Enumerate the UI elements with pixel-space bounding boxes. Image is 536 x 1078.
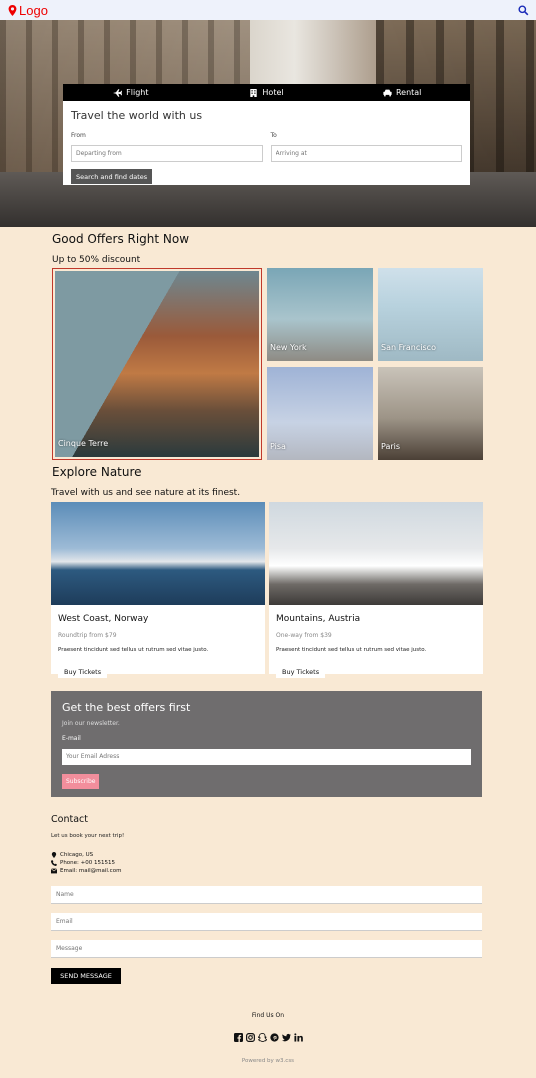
contact-phone: Phone: +00 151515 xyxy=(51,859,482,867)
logo[interactable]: Logo xyxy=(8,3,48,18)
booking-widget: Flight Hotel Rental Travel the world wit… xyxy=(63,84,470,185)
phone-icon xyxy=(51,860,57,866)
offer-label: Cinque Terre xyxy=(58,439,109,448)
top-navbar: Logo xyxy=(0,0,536,20)
twitter-icon[interactable] xyxy=(281,1033,291,1042)
tab-rental-label: Rental xyxy=(395,88,422,97)
newsletter-box: Get the best offers first Join our newsl… xyxy=(51,691,482,797)
contact-message-input[interactable] xyxy=(51,940,482,958)
envelope-icon xyxy=(51,868,57,874)
tab-rental[interactable]: Rental xyxy=(334,84,470,101)
card-mountains-austria: Mountains, Austria One-way from $39 Prae… xyxy=(269,502,483,678)
card-price: One-way from $39 xyxy=(276,632,332,639)
offer-new-york[interactable]: New York xyxy=(267,268,373,361)
card-description: Praesent tincidunt sed tellus ut rutrum … xyxy=(276,647,427,653)
card-title: West Coast, Norway xyxy=(58,614,149,624)
to-label: To xyxy=(270,132,277,139)
contact-email-text: Email: mail@mail.com xyxy=(60,868,122,874)
search-icon[interactable] xyxy=(516,3,530,17)
booking-tabs: Flight Hotel Rental xyxy=(63,84,470,101)
offer-cinque-terre[interactable]: Cinque Terre xyxy=(52,268,262,460)
plane-icon xyxy=(113,88,123,97)
car-icon xyxy=(383,89,392,96)
send-message-button[interactable]: SEND MESSAGE xyxy=(51,968,121,984)
offer-label: Paris xyxy=(381,442,401,451)
newsletter-title: Get the best offers first xyxy=(62,701,191,714)
card-west-coast-norway: West Coast, Norway Roundtrip from $79 Pr… xyxy=(51,502,265,678)
offers-subtitle: Up to 50% discount xyxy=(52,255,141,265)
linkedin-icon[interactable] xyxy=(293,1033,303,1042)
search-dates-button[interactable]: Search and find dates xyxy=(71,169,153,184)
offer-label: New York xyxy=(270,343,307,352)
contact-email: Email: mail@mail.com xyxy=(51,867,482,875)
buy-tickets-button[interactable]: Buy Tickets xyxy=(58,666,108,678)
from-input[interactable] xyxy=(71,145,263,162)
card-image xyxy=(269,502,483,605)
powered-by: Powered by w3.css xyxy=(241,1058,295,1064)
offer-label: Pisa xyxy=(270,442,286,451)
offer-image xyxy=(55,271,259,457)
card-title: Mountains, Austria xyxy=(276,614,361,624)
contact-location-text: Chicago, US xyxy=(60,852,94,858)
find-us-label: Find Us On xyxy=(251,1012,285,1019)
subscribe-button[interactable]: Subscribe xyxy=(62,773,100,789)
contact-subtitle: Let us book your next trip! xyxy=(51,833,125,839)
booking-form: Travel the world with us From To Search … xyxy=(63,101,470,185)
card-description: Praesent tincidunt sed tellus ut rutrum … xyxy=(58,647,209,653)
buy-tickets-button[interactable]: Buy Tickets xyxy=(276,666,326,678)
to-input[interactable] xyxy=(270,145,462,162)
building-icon xyxy=(250,88,258,97)
map-marker-icon xyxy=(8,4,17,16)
instagram-icon[interactable] xyxy=(245,1033,255,1042)
newsletter-email-input[interactable] xyxy=(62,748,471,765)
tab-hotel-label: Hotel xyxy=(262,88,284,97)
tab-flight[interactable]: Flight xyxy=(63,84,199,101)
facebook-icon[interactable] xyxy=(233,1033,243,1042)
snapchat-icon[interactable] xyxy=(257,1033,267,1042)
card-price: Roundtrip from $79 xyxy=(58,632,117,639)
offer-pisa[interactable]: Pisa xyxy=(267,367,373,460)
newsletter-email-label: E-mail xyxy=(62,735,81,742)
contact-title: Contact xyxy=(51,814,88,825)
tab-hotel[interactable]: Hotel xyxy=(199,84,335,101)
nature-subtitle: Travel with us and see nature at its fin… xyxy=(51,488,241,498)
social-links xyxy=(0,1033,536,1042)
offers-title: Good Offers Right Now xyxy=(52,232,190,246)
nature-title: Explore Nature xyxy=(52,465,142,479)
contact-name-input[interactable] xyxy=(51,886,482,904)
tab-flight-label: Flight xyxy=(126,88,149,97)
pinterest-icon[interactable] xyxy=(269,1033,279,1042)
contact-email-input[interactable] xyxy=(51,913,482,931)
contact-phone-text: Phone: +00 151515 xyxy=(60,860,115,866)
map-marker-icon xyxy=(51,852,57,858)
newsletter-subtitle: Join our newsletter. xyxy=(62,720,120,727)
booking-title: Travel the world with us xyxy=(71,109,203,122)
from-label: From xyxy=(71,132,86,139)
logo-text: Logo xyxy=(19,2,48,18)
offer-paris[interactable]: Paris xyxy=(378,367,483,460)
card-image xyxy=(51,502,265,605)
contact-section: Contact Let us book your next trip! Chic… xyxy=(51,814,482,875)
offer-label: San Francisco xyxy=(381,343,436,352)
offer-san-francisco[interactable]: San Francisco xyxy=(378,268,483,361)
contact-location: Chicago, US xyxy=(51,851,482,859)
